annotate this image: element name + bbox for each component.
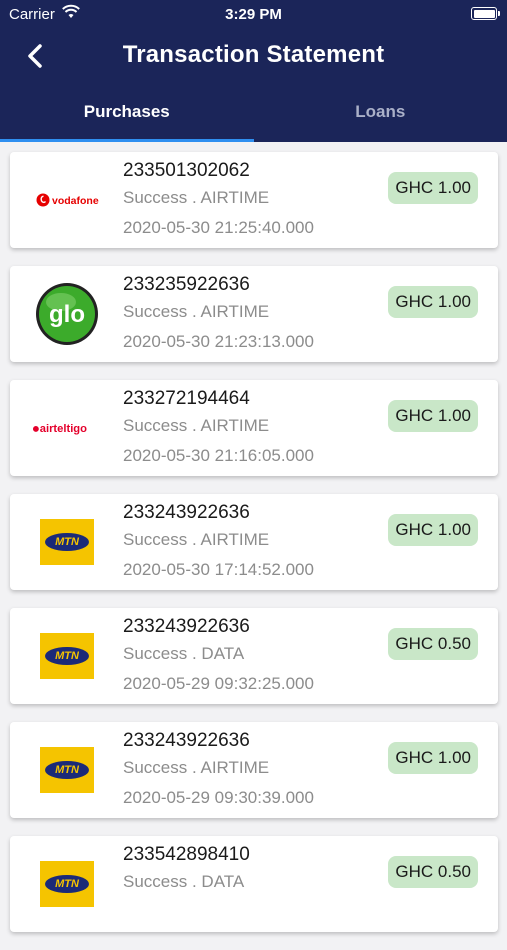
transaction-date: 2020-05-30 17:14:52.000 xyxy=(123,560,314,580)
amount-badge: GHC 1.00 xyxy=(388,514,478,546)
transaction-phone: 233243922636 xyxy=(123,730,250,752)
app-header: Carrier 3:29 PM Transaction Statement Pu… xyxy=(0,0,507,142)
page-title: Transaction Statement xyxy=(0,41,507,69)
transaction-date: 2020-05-30 21:23:13.000 xyxy=(123,332,314,352)
transaction-status: Success . AIRTIME xyxy=(123,416,269,436)
mtn-logo-icon: MTN xyxy=(32,624,102,688)
amount-badge: GHC 1.00 xyxy=(388,400,478,432)
transaction-status: Success . AIRTIME xyxy=(123,530,269,550)
mtn-logo-icon: MTN xyxy=(32,510,102,574)
transaction-phone: 233501302062 xyxy=(123,160,250,182)
nav-bar: Transaction Statement xyxy=(0,28,507,84)
transaction-card[interactable]: airteltigo 233272194464 Success . AIRTIM… xyxy=(10,380,498,476)
svg-text:airteltigo: airteltigo xyxy=(40,423,87,435)
transaction-phone: 233272194464 xyxy=(123,388,250,410)
transaction-date: 2020-05-30 21:25:40.000 xyxy=(123,218,314,238)
transaction-phone: 233235922636 xyxy=(123,274,250,296)
glo-logo-icon: glo xyxy=(32,282,102,346)
transaction-phone: 233542898410 xyxy=(123,844,250,866)
transaction-phone: 233243922636 xyxy=(123,502,250,524)
amount-badge: GHC 0.50 xyxy=(388,628,478,660)
transaction-status: Success . AIRTIME xyxy=(123,188,269,208)
transaction-card[interactable]: MTN 233243922636 Success . AIRTIME 2020-… xyxy=(10,722,498,818)
amount-badge: GHC 1.00 xyxy=(388,172,478,204)
transaction-date: 2020-05-30 21:16:05.000 xyxy=(123,446,314,466)
amount-badge: GHC 0.50 xyxy=(388,856,478,888)
transaction-card[interactable]: vodafone 233501302062 Success . AIRTIME … xyxy=(10,152,498,248)
transaction-status: Success . AIRTIME xyxy=(123,302,269,322)
amount-badge: GHC 1.00 xyxy=(388,286,478,318)
mtn-logo-icon: MTN xyxy=(32,852,102,916)
transaction-status: Success . DATA xyxy=(123,872,244,892)
svg-text:vodafone: vodafone xyxy=(52,195,99,207)
transaction-card[interactable]: MTN 233243922636 Success . AIRTIME 2020-… xyxy=(10,494,498,590)
tab-purchases[interactable]: Purchases xyxy=(0,84,254,142)
battery-icon xyxy=(471,7,497,20)
clock: 3:29 PM xyxy=(0,6,507,23)
transaction-phone: 233243922636 xyxy=(123,616,250,638)
transaction-date: 2020-05-29 09:32:25.000 xyxy=(123,674,314,694)
transaction-status: Success . AIRTIME xyxy=(123,758,269,778)
transaction-card[interactable]: MTN 233243922636 Success . DATA 2020-05-… xyxy=(10,608,498,704)
status-bar: Carrier 3:29 PM xyxy=(0,0,507,28)
tab-loans[interactable]: Loans xyxy=(254,84,507,142)
amount-badge: GHC 1.00 xyxy=(388,742,478,774)
transaction-date: 2020-05-29 09:30:39.000 xyxy=(123,788,314,808)
transaction-card[interactable]: glo 233235922636 Success . AIRTIME 2020-… xyxy=(10,266,498,362)
svg-text:glo: glo xyxy=(49,301,85,328)
airteltigo-logo-icon: airteltigo xyxy=(32,396,102,460)
transaction-card[interactable]: MTN 233542898410 Success . DATA GHC 0.50 xyxy=(10,836,498,932)
transaction-list: vodafone 233501302062 Success . AIRTIME … xyxy=(10,152,498,950)
vodafone-logo-icon: vodafone xyxy=(32,168,102,232)
mtn-logo-icon: MTN xyxy=(32,738,102,802)
tab-bar: Purchases Loans xyxy=(0,84,507,142)
transaction-status: Success . DATA xyxy=(123,644,244,664)
